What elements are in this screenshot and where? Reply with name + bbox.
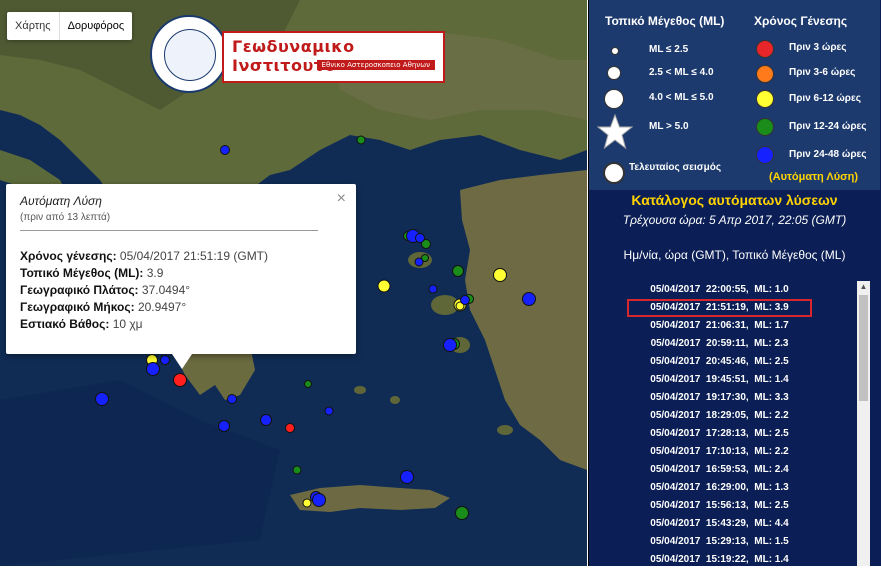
legend-time-3: Πριν 6-12 ώρες [789, 93, 861, 104]
earthquake-marker-blue[interactable] [220, 145, 230, 155]
earthquake-marker-red[interactable] [173, 373, 187, 387]
catalog-entry[interactable]: 05/04/2017 16:59:53, ML: 2.4 [627, 461, 812, 479]
map-type-control: Χάρτης Δορυφόρος [7, 12, 133, 40]
legend-mag-3: 4.0 < ML ≤ 5.0 [649, 92, 714, 103]
legend-time-header: Χρόνος Γένεσης [754, 14, 848, 28]
map-view[interactable]: Χάρτης Δορυφόρος Γεωδυναμικο Ινστιτουτο … [0, 0, 587, 566]
earthquake-marker-blue[interactable] [160, 355, 170, 365]
catalog-entry[interactable]: 05/04/2017 18:29:05, ML: 2.2 [627, 407, 812, 425]
earthquake-marker-blue[interactable] [227, 394, 237, 404]
earthquake-marker-blue[interactable] [312, 493, 326, 507]
earthquake-marker-blue[interactable] [146, 362, 160, 376]
scroll-thumb[interactable] [859, 295, 868, 401]
info-details: Χρόνος γένεσης: 05/04/2017 21:51:19 (GMT… [20, 248, 268, 333]
legend-time-5: Πριν 24-48 ώρες [789, 149, 867, 160]
earthquake-marker-green[interactable] [455, 506, 469, 520]
catalog-entry[interactable]: 05/04/2017 15:19:22, ML: 1.4 [627, 551, 812, 569]
star-icon [597, 114, 633, 150]
info-row-origin-time: Χρόνος γένεσης: 05/04/2017 21:51:19 (GMT… [20, 249, 269, 263]
earthquake-marker-red[interactable] [285, 423, 295, 433]
legend-mag-1: ML ≤ 2.5 [649, 44, 689, 55]
info-title: Αυτόματη Λύση [20, 194, 102, 208]
last-quake-icon [603, 162, 625, 184]
catalog-entry[interactable]: 05/04/2017 20:59:11, ML: 2.3 [627, 335, 812, 353]
earthquake-marker-green[interactable] [356, 135, 366, 145]
catalog-entry[interactable]: 05/04/2017 22:00:55, ML: 1.0 [627, 281, 812, 299]
legend: Τοπικό Μέγεθος (ML) Χρόνος Γένεσης ML ≤ … [589, 0, 880, 190]
earthquake-marker-blue[interactable] [218, 420, 230, 432]
close-icon[interactable]: × [337, 190, 346, 208]
earthquake-marker-green[interactable] [292, 465, 302, 475]
time-12-24h-icon [756, 118, 774, 136]
earthquake-marker-blue[interactable] [460, 295, 470, 305]
legend-mag-4: ML > 5.0 [649, 121, 689, 132]
catalog-list: 05/04/2017 22:00:55, ML: 1.0 05/04/2017 2… [627, 281, 812, 569]
earthquake-info-window: × Αυτόματη Λύση (πριν από 13 λεπτά) Χρόν… [6, 184, 356, 369]
earthquake-marker-blue[interactable] [428, 284, 438, 294]
catalog-entry[interactable]: 05/04/2017 20:45:46, ML: 2.5 [627, 353, 812, 371]
magnitude-medium-icon [607, 66, 621, 80]
catalog-entry[interactable]: 05/04/2017 15:43:29, ML: 4.4 [627, 515, 812, 533]
info-row-latitude: Γεωγραφικό Πλάτος: 37.0494° [20, 283, 191, 297]
catalog-entry-selected[interactable]: 05/04/2017 21:51:19, ML: 3.9 [627, 299, 812, 317]
legend-last-quake: Τελευταίος σεισμός [629, 162, 722, 173]
catalog-entry[interactable]: 05/04/2017 15:29:13, ML: 1.5 [627, 533, 812, 551]
catalog-entry[interactable]: 05/04/2017 19:17:30, ML: 3.3 [627, 389, 812, 407]
institute-seal-icon [150, 15, 228, 93]
info-subtitle: (πριν από 13 λεπτά) [20, 212, 111, 223]
magnitude-small-icon [611, 47, 619, 55]
earthquake-marker-blue[interactable] [95, 392, 109, 406]
catalog-entry[interactable]: 05/04/2017 16:29:00, ML: 1.3 [627, 479, 812, 497]
earthquake-marker-yellow[interactable] [493, 268, 507, 282]
divider [20, 230, 318, 231]
legend-auto-note: (Αυτόματη Λύση) [769, 171, 859, 183]
info-row-magnitude: Τοπικό Μέγεθος (ML): 3.9 [20, 266, 164, 280]
earthquake-marker-yellow[interactable] [377, 279, 391, 293]
catalog-current-time: Τρέχουσα ώρα: 5 Απρ 2017, 22:05 (GMT) [622, 213, 847, 227]
time-3-6h-icon [756, 65, 774, 83]
time-24-48h-icon [756, 146, 774, 164]
institute-logo: Γεωδυναμικο Ινστιτουτο Εθνικο Αστεροσκοπ… [150, 15, 445, 93]
catalog-title: Κατάλογος αυτόματων λύσεων [631, 192, 838, 208]
satellite-button[interactable]: Δορυφόρος [58, 12, 133, 40]
earthquake-marker-blue[interactable] [400, 470, 414, 484]
earthquake-marker-green[interactable] [304, 380, 312, 388]
earthquake-marker-blue[interactable] [260, 414, 272, 426]
logo-banner: Γεωδυναμικο Ινστιτουτο Εθνικο Αστεροσκοπ… [222, 31, 445, 83]
legend-time-1: Πριν 3 ώρες [789, 42, 847, 53]
catalog-columns-header: Ημ/νία, ώρα (GMT), Τοπικό Μέγεθος (ML) [623, 248, 846, 262]
earthquake-marker-blue[interactable] [415, 233, 425, 243]
earthquake-marker-blue[interactable] [443, 338, 457, 352]
catalog-scrollbar[interactable]: ▲ [857, 281, 870, 566]
map-button[interactable]: Χάρτης [7, 12, 59, 40]
legend-mag-2: 2.5 < ML ≤ 4.0 [649, 67, 714, 78]
info-row-longitude: Γεωγραφικό Μήκος: 20.9497° [20, 300, 187, 314]
legend-time-4: Πριν 12-24 ώρες [789, 121, 867, 132]
time-3h-icon [756, 40, 774, 58]
earthquake-marker-blue[interactable] [414, 257, 424, 267]
catalog-entry[interactable]: 05/04/2017 19:45:51, ML: 1.4 [627, 371, 812, 389]
catalog-entry[interactable]: 05/04/2017 21:06:31, ML: 1.7 [627, 317, 812, 335]
catalog-entry[interactable]: 05/04/2017 17:10:13, ML: 2.2 [627, 443, 812, 461]
info-row-depth: Εστιακό Βάθος: 10 χμ [20, 317, 143, 331]
time-6-12h-icon [756, 90, 774, 108]
legend-magnitude-header: Τοπικό Μέγεθος (ML) [605, 14, 725, 28]
earthquake-marker-blue[interactable] [324, 406, 334, 416]
scroll-up-icon[interactable]: ▲ [857, 281, 870, 293]
side-panel: Τοπικό Μέγεθος (ML) Χρόνος Γένεσης ML ≤ … [588, 0, 881, 566]
magnitude-large-icon [604, 89, 624, 109]
catalog-entry[interactable]: 05/04/2017 15:56:13, ML: 2.5 [627, 497, 812, 515]
logo-subtitle: Εθνικο Αστεροσκοπειο Αθηνων [316, 60, 435, 70]
earthquake-marker-blue[interactable] [522, 292, 536, 306]
legend-time-2: Πριν 3-6 ώρες [789, 67, 856, 78]
earthquake-marker-green[interactable] [452, 265, 464, 277]
catalog-entry[interactable]: 05/04/2017 17:28:13, ML: 2.5 [627, 425, 812, 443]
